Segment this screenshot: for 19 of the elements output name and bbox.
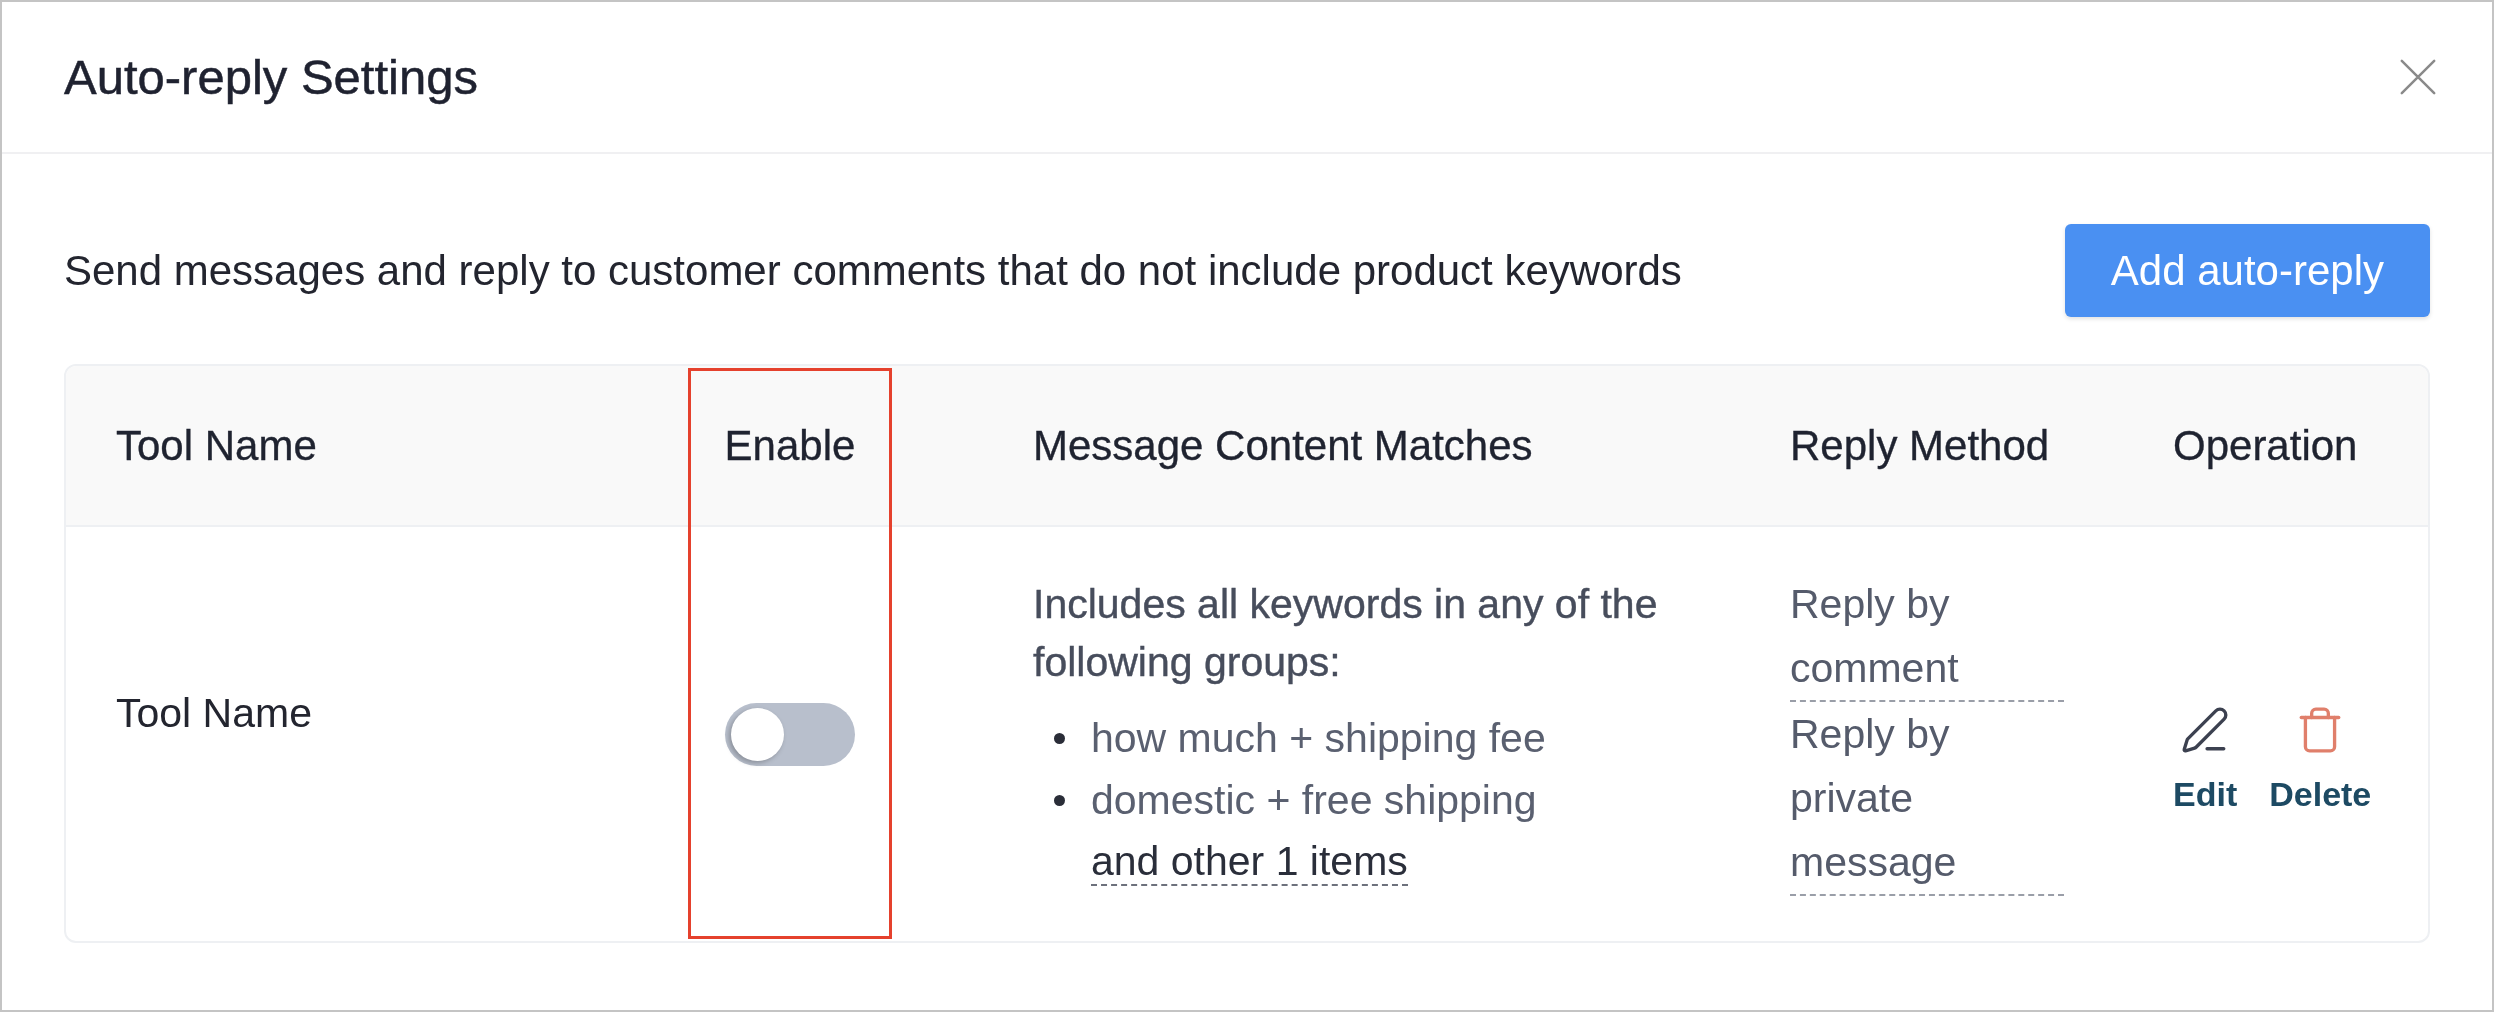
close-icon[interactable] [2400,59,2436,95]
reply-method-text: Reply by private message [1790,702,2064,896]
column-header: Operation [2173,421,2358,470]
dialog-title: Auto-reply Settings [64,49,478,105]
keyword-group-text: how much + shipping fee [1091,714,1546,762]
column-header: Reply Method [1790,421,2050,470]
bullet-icon [1054,732,1065,744]
more-items-link[interactable]: and other 1 items [1091,838,1408,886]
bullet-icon [1054,794,1065,806]
column-header: Enable [724,421,856,470]
column-header: Message Content Matches [1033,421,1533,470]
match-summary-text: Includes all keywords in any of the following groups: [1033,580,1659,687]
column-header: Tool Name [116,421,317,470]
edit-button[interactable]: Edit [2173,704,2238,814]
tool-name-text: Tool Name [116,689,312,737]
description-text: Send messages and reply to customer comments that do not include product keywords [64,246,1682,295]
reply-method-text: Reply by comment [1790,572,2064,702]
keyword-group-text: domestic + free shipping [1091,776,1537,824]
delete-button[interactable]: Delete [2269,704,2372,814]
